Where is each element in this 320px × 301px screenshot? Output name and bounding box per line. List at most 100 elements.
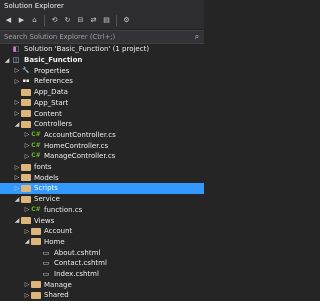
collapse-arrow-icon[interactable]: ▷ <box>13 164 21 171</box>
tree-item[interactable]: ▷ C# function.cs <box>0 205 204 216</box>
solution-icon: ◧ <box>12 45 20 54</box>
folder-icon <box>21 184 31 192</box>
tree-item-label: Views <box>34 216 55 225</box>
refresh-icon[interactable]: ↻ <box>62 14 73 27</box>
collapse-arrow-icon[interactable]: ▷ <box>23 281 31 288</box>
tree-item[interactable]: ▷ Content <box>0 108 204 119</box>
search-box[interactable]: Search Solution Explorer (Ctrl+;) ⌕ <box>0 30 204 44</box>
folder-icon <box>21 174 31 182</box>
tree-item[interactable]: ▷ 🔧 Properties <box>0 65 204 76</box>
collapse-icon[interactable]: ⊟ <box>75 14 86 27</box>
forward-icon[interactable]: ▶ <box>16 14 27 27</box>
tree-item-label: App_Start <box>34 98 69 107</box>
tree-item-label: Shared <box>44 291 69 300</box>
tree-item-label: Basic_Function <box>24 56 83 65</box>
expand-arrow-icon[interactable]: ◢ <box>23 238 31 245</box>
tree-item-label: function.cs <box>44 205 83 214</box>
tree-item[interactable]: ▷ Scripts <box>0 183 204 194</box>
collapse-arrow-icon[interactable]: ▷ <box>23 228 31 235</box>
collapse-arrow-icon[interactable]: ▷ <box>23 142 31 149</box>
folder-icon <box>31 238 41 246</box>
tree-item[interactable]: ▷ ▪▪ References <box>0 76 204 87</box>
solution-tree: ◧ Solution 'Basic_Function' (1 project) ◢ ◫… <box>0 44 204 300</box>
cshtml-file-icon: ▭ <box>42 270 50 279</box>
tree-item-label: About.cshtml <box>54 248 101 257</box>
csharp-file-icon: C# <box>31 130 41 138</box>
expand-arrow-icon[interactable]: ◢ <box>13 196 21 203</box>
folder-icon <box>21 163 31 171</box>
collapse-arrow-icon[interactable]: ▷ <box>13 185 21 192</box>
collapse-arrow-icon[interactable]: ▷ <box>13 174 21 181</box>
back-icon[interactable]: ◀ <box>3 14 14 27</box>
settings-icon[interactable]: ⚙ <box>121 14 132 27</box>
tree-item-label: Scripts <box>34 184 58 193</box>
collapse-arrow-icon[interactable]: ▷ <box>13 99 21 106</box>
folder-icon <box>31 281 41 289</box>
tree-item[interactable]: ▷ C# ManageController.cs <box>0 151 204 162</box>
tree-item-label: References <box>34 77 73 86</box>
tree-item[interactable]: ▷ C# AccountController.cs <box>0 130 204 141</box>
toolbar: ◀ ▶ ⌂ ⟲ ↻ ⊟ ⇄ ▤ ⚙ <box>0 12 204 29</box>
toolbar-separator <box>44 15 45 26</box>
tree-item-label: Properties <box>34 66 70 75</box>
sync-icon[interactable]: ⇄ <box>88 14 99 27</box>
tree-item[interactable]: ◧ Solution 'Basic_Function' (1 project) <box>0 44 204 55</box>
tree-item[interactable]: ▷ fonts <box>0 162 204 173</box>
csharp-file-icon: C# <box>31 205 41 213</box>
csharp-file-icon: C# <box>31 152 41 160</box>
tree-item-label: Contact.cshtml <box>54 259 107 268</box>
project-icon: ◫ <box>12 56 20 65</box>
search-icon[interactable]: ⌕ <box>190 32 204 42</box>
folder-icon <box>21 217 31 225</box>
expand-arrow-icon[interactable]: ◢ <box>13 217 21 224</box>
tree-item[interactable]: ◢ Home <box>0 237 204 248</box>
history-icon[interactable]: ⟲ <box>49 14 60 27</box>
collapse-arrow-icon[interactable]: ▷ <box>23 206 31 213</box>
folder-icon <box>21 195 31 203</box>
references-icon: ▪▪ <box>22 78 30 85</box>
window-title: Solution Explorer <box>0 0 204 12</box>
tree-item[interactable]: ▷ Shared <box>0 290 204 301</box>
tree-item[interactable]: ▷ C# HomeController.cs <box>0 140 204 151</box>
collapse-arrow-icon[interactable]: ▷ <box>23 153 31 160</box>
tree-item[interactable]: ▷ Manage <box>0 279 204 290</box>
folder-icon <box>21 88 31 96</box>
collapse-arrow-icon[interactable]: ▷ <box>13 110 21 117</box>
show-all-icon[interactable]: ▤ <box>101 14 112 27</box>
home-icon[interactable]: ⌂ <box>29 14 40 27</box>
tree-item[interactable]: ◢ Views <box>0 215 204 226</box>
tree-item-label: fonts <box>34 163 52 172</box>
collapse-arrow-icon[interactable]: ▷ <box>13 78 21 85</box>
tree-item[interactable]: ◢ ◫ Basic_Function <box>0 55 204 66</box>
expand-arrow-icon[interactable]: ◢ <box>13 121 21 128</box>
tree-item[interactable]: ◢ Service <box>0 194 204 205</box>
collapse-arrow-icon[interactable]: ▷ <box>23 131 31 138</box>
solution-explorer-window: Solution Explorer ◀ ▶ ⌂ ⟲ ↻ ⊟ ⇄ ▤ ⚙ Sear… <box>0 0 204 300</box>
collapse-arrow-icon[interactable]: ▷ <box>13 67 21 74</box>
folder-icon <box>31 227 41 235</box>
properties-icon: 🔧 <box>22 66 30 74</box>
collapse-arrow-icon[interactable]: ▷ <box>23 292 31 299</box>
tree-item[interactable]: ▭ About.cshtml <box>0 247 204 258</box>
tree-item-label: App_Data <box>34 88 68 97</box>
tree-item[interactable]: ▭ Contact.cshtml <box>0 258 204 269</box>
toolbar-separator <box>116 15 117 26</box>
tree-item-label: Account <box>44 227 73 236</box>
cshtml-file-icon: ▭ <box>42 248 50 257</box>
tree-item[interactable]: ◢ Controllers <box>0 119 204 130</box>
tree-item[interactable]: ▷ Models <box>0 172 204 183</box>
tree-item-label: Index.cshtml <box>54 270 99 279</box>
tree-item-label: Models <box>34 173 59 182</box>
expand-arrow-icon[interactable]: ◢ <box>3 57 11 64</box>
search-input[interactable]: Search Solution Explorer (Ctrl+;) <box>4 31 190 43</box>
tree-item-label: Service <box>34 195 60 204</box>
tree-item[interactable]: ▭ Index.cshtml <box>0 269 204 280</box>
tree-item[interactable]: ▷ Account <box>0 226 204 237</box>
folder-icon <box>31 291 41 299</box>
tree-item[interactable]: ▷ App_Start <box>0 98 204 109</box>
folder-icon <box>21 120 31 128</box>
tree-item-label: Home <box>44 237 65 246</box>
cshtml-file-icon: ▭ <box>42 259 50 268</box>
folder-icon <box>21 110 31 118</box>
tree-item[interactable]: App_Data <box>0 87 204 98</box>
